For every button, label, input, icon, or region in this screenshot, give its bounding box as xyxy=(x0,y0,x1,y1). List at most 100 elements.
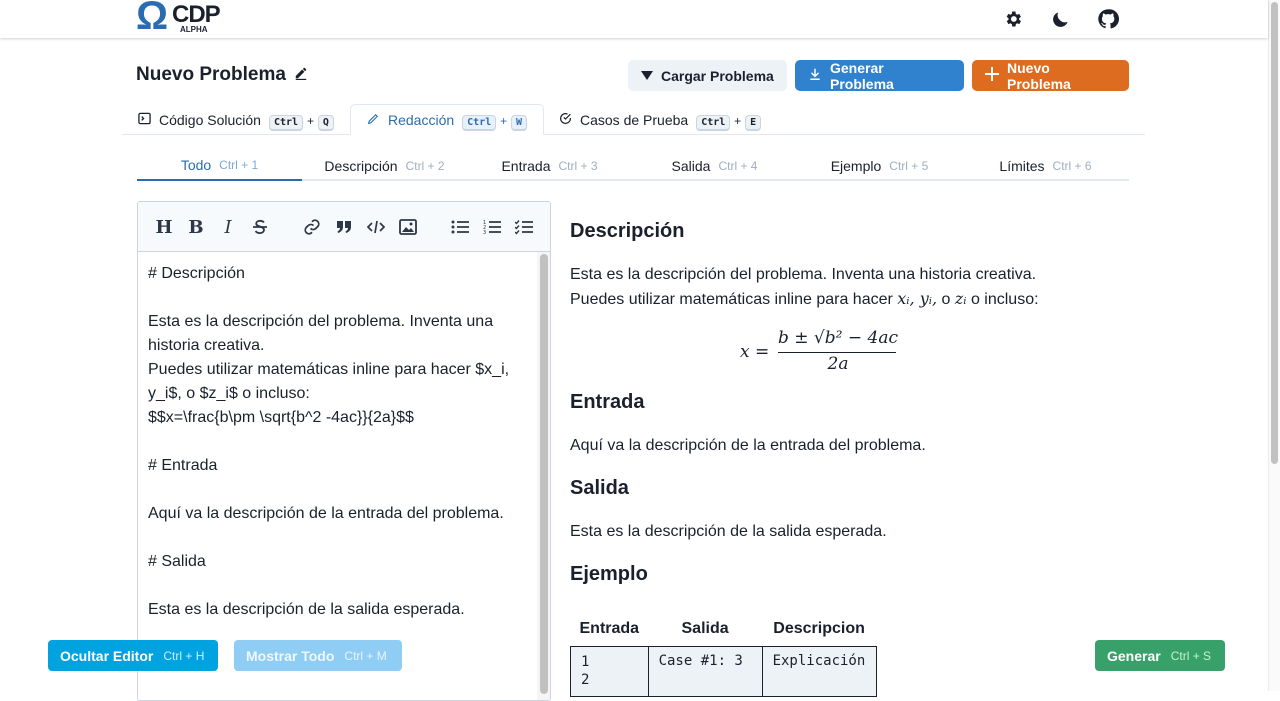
main-tabs: Código Solución Ctrl + Q Redacción Ctrl … xyxy=(122,104,1145,135)
strikethrough-icon[interactable] xyxy=(249,216,271,238)
formula-numerator: b ± √b² − 4ac xyxy=(778,328,898,348)
subtab-all[interactable]: Todo Ctrl + 1 xyxy=(137,150,302,181)
tab-test-cases[interactable]: Casos de Prueba Ctrl + E xyxy=(559,104,762,135)
link-icon[interactable] xyxy=(301,216,323,238)
kbd-key: Ctrl xyxy=(696,114,731,131)
formula-denominator: 2a xyxy=(827,354,849,374)
editor-line: $$x=\frac{b\pm \sqrt{b^2 -4ac}}{2a}$$ xyxy=(148,409,414,426)
page-scrollbar[interactable] xyxy=(1268,0,1280,691)
svg-text:3: 3 xyxy=(483,230,486,235)
tab-solution-code[interactable]: Código Solución Ctrl + Q xyxy=(138,104,334,135)
editor-line: y_i$, o $z_i$ o incluso: xyxy=(148,385,310,402)
preview-input-heading: Entrada xyxy=(570,391,645,413)
editor-line: Esta es la descripción del problema. Inv… xyxy=(148,313,494,330)
editor-scrollbar-thumb[interactable] xyxy=(540,254,548,694)
code-icon[interactable] xyxy=(365,216,387,238)
task-list-icon[interactable] xyxy=(513,216,535,238)
subtab-label: Ejemplo xyxy=(830,157,882,174)
download-icon xyxy=(808,67,822,84)
preview-description-text: Esta es la descripción del problema. Inv… xyxy=(570,266,1037,283)
new-problem-button[interactable]: Nuevo Problema xyxy=(972,59,1129,92)
kbd-key: Q xyxy=(317,114,334,131)
italic-icon[interactable]: I xyxy=(217,216,239,238)
markdown-editor[interactable]: H B I 123 # Descripción Esta es la descr… xyxy=(137,201,551,701)
subtab-example[interactable]: Ejemplo Ctrl + 5 xyxy=(797,150,962,181)
preview-description-heading: Descripción xyxy=(570,220,685,242)
kbd-plus: + xyxy=(500,113,508,128)
subtab-shortcut: Ctrl + 1 xyxy=(219,157,259,172)
hide-editor-label: Ocultar Editor xyxy=(60,647,154,664)
generate-button[interactable]: Generar Ctrl + S xyxy=(1095,640,1225,671)
image-icon[interactable] xyxy=(397,216,419,238)
github-icon[interactable] xyxy=(1097,8,1119,30)
generate-problem-label: Generar Problema xyxy=(830,59,894,92)
page-title: Nuevo Problema xyxy=(136,64,308,86)
load-problem-label: Cargar Problema xyxy=(661,67,774,84)
kbd-plus: + xyxy=(306,113,314,128)
app-logo[interactable]: Ω CDP ALPHA xyxy=(136,0,226,38)
tab-label: Redacción xyxy=(388,111,455,128)
preview-output-text: Esta es la descripción de la salida espe… xyxy=(570,523,887,540)
tab-redaction[interactable]: Redacción Ctrl + W xyxy=(350,104,545,135)
generate-shortcut: Ctrl + S xyxy=(1170,648,1212,663)
preview-output-heading: Salida xyxy=(570,477,629,499)
kbd-key: E xyxy=(745,114,762,131)
subtab-shortcut: Ctrl + 6 xyxy=(1052,158,1092,173)
show-all-button[interactable]: Mostrar Todo Ctrl + M xyxy=(234,640,402,671)
editor-line: Puedes utilizar matemáticas inline para … xyxy=(148,361,510,378)
subtab-limits[interactable]: Límites Ctrl + 6 xyxy=(962,150,1129,181)
table-header: Entrada xyxy=(579,620,640,637)
tab-label: Casos de Prueba xyxy=(580,111,689,128)
subtab-input[interactable]: Entrada Ctrl + 3 xyxy=(467,150,632,181)
preview-description-math-line: Puedes utilizar matemáticas inline para … xyxy=(570,287,1039,312)
problem-title: Nuevo Problema xyxy=(136,64,286,85)
example-table: Entrada Salida Descripcion 1 2 Case #1: … xyxy=(570,612,877,697)
editor-text[interactable]: # Descripción Esta es la descripción del… xyxy=(148,262,528,622)
editor-line: historia creativa. xyxy=(148,337,265,354)
kbd-key: Ctrl xyxy=(462,114,497,131)
subtab-label: Entrada xyxy=(501,157,551,174)
editor-line: Aquí va la descripción de la entrada del… xyxy=(148,505,504,522)
edit-title-icon[interactable] xyxy=(294,64,308,86)
table-cell-output: Case #1: 3 xyxy=(647,646,763,697)
moon-icon[interactable] xyxy=(1050,8,1072,30)
subtab-shortcut: Ctrl + 3 xyxy=(558,158,598,173)
numbered-list-icon[interactable]: 123 xyxy=(481,216,503,238)
subtab-label: Descripción xyxy=(324,157,398,174)
bold-icon[interactable]: B xyxy=(185,216,207,238)
load-problem-button[interactable]: Cargar Problema xyxy=(628,60,787,91)
math-line-text: Puedes utilizar matemáticas inline para … xyxy=(570,291,898,308)
hide-editor-button[interactable]: Ocultar Editor Ctrl + H xyxy=(48,640,218,671)
quote-icon[interactable] xyxy=(333,216,355,238)
new-problem-label: Nuevo Problema xyxy=(1007,59,1071,92)
preview-input-text: Aquí va la descripción de la entrada del… xyxy=(570,437,926,454)
subtab-label: Límites xyxy=(999,157,1045,174)
subtab-description[interactable]: Descripción Ctrl + 2 xyxy=(302,150,467,181)
generate-problem-button[interactable]: Generar Problema xyxy=(795,59,964,92)
check-circle-icon xyxy=(559,112,572,128)
logo-omega: Ω xyxy=(136,0,169,38)
heading-icon[interactable]: H xyxy=(153,216,175,238)
pencil-icon xyxy=(367,112,380,128)
fraction-bar xyxy=(778,352,896,353)
inline-math: xᵢ, yᵢ, xyxy=(897,289,938,308)
editor-scrollbar[interactable] xyxy=(537,252,550,700)
math-line-text: o xyxy=(937,291,955,308)
gear-icon[interactable] xyxy=(1002,8,1024,30)
bulleted-list-icon[interactable] xyxy=(449,216,471,238)
subtab-label: Salida xyxy=(671,157,711,174)
show-all-shortcut: Ctrl + M xyxy=(344,648,387,663)
triangle-down-icon xyxy=(641,68,653,84)
table-cell-description: Explicación xyxy=(761,646,877,697)
page-scrollbar-thumb[interactable] xyxy=(1271,2,1278,464)
editor-line: # Entrada xyxy=(148,457,218,474)
subtab-output[interactable]: Salida Ctrl + 4 xyxy=(632,150,797,181)
display-formula: x = b ± √b² − 4ac 2a xyxy=(740,328,900,378)
editor-line: Esta es la descripción de la salida espe… xyxy=(148,601,465,618)
logo-name: CDP xyxy=(172,1,221,28)
kbd-key: Ctrl xyxy=(268,114,304,131)
subtab-shortcut: Ctrl + 5 xyxy=(889,158,929,173)
